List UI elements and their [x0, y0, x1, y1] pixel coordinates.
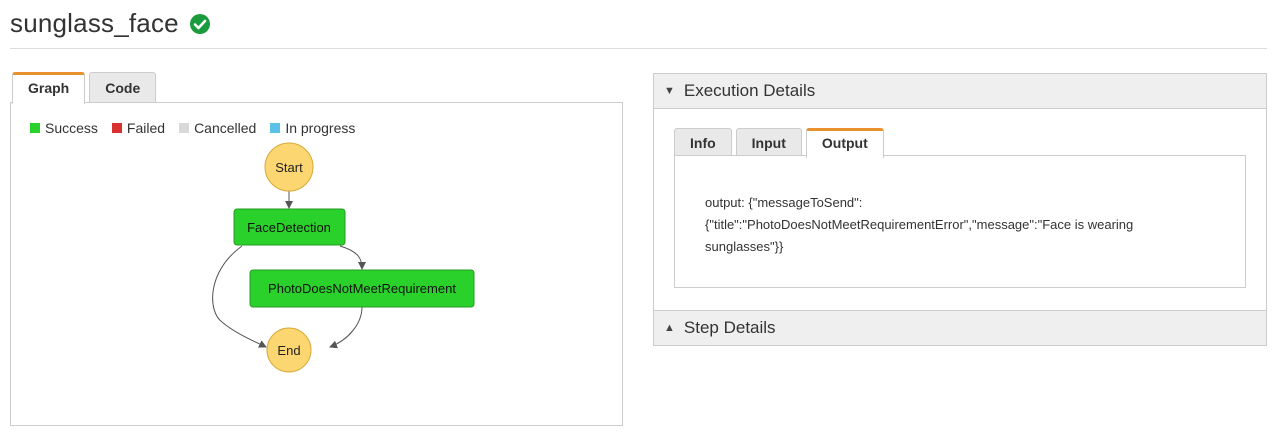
caret-up-icon: ▲: [664, 322, 675, 334]
check-circle-icon: [189, 13, 210, 34]
output-line: sunglasses"}}: [705, 239, 784, 254]
edge-photo-end: [329, 306, 363, 349]
node-start[interactable]: Start: [264, 142, 314, 192]
node-end[interactable]: End: [266, 327, 312, 373]
tab-output[interactable]: Output: [805, 128, 884, 158]
step-details-title: Step Details: [683, 318, 776, 337]
node-photodoesnotmeetrequirement[interactable]: PhotoDoesNotMeetRequirement: [249, 269, 475, 308]
node-photo-label: PhotoDoesNotMeetRequirement: [268, 281, 456, 296]
node-facedetection[interactable]: FaceDetection: [233, 208, 346, 246]
execution-tabs: Info Input Output: [674, 128, 888, 158]
output-line: {"title":"PhotoDoesNotMeetRequirementErr…: [705, 217, 1134, 232]
tab-code[interactable]: Code: [89, 72, 157, 104]
tab-info[interactable]: Info: [674, 128, 732, 158]
tab-input[interactable]: Input: [735, 128, 802, 158]
step-details-header[interactable]: ▲ Step Details: [654, 310, 1266, 345]
output-line: output: {"messageToSend":: [705, 195, 863, 210]
graph-tabs: Graph Code: [12, 72, 160, 104]
edge-facedetection-photo: [339, 245, 366, 270]
tab-graph[interactable]: Graph: [12, 72, 86, 104]
page-header: sunglass_face: [10, 8, 211, 39]
execution-details-header[interactable]: ▼ Execution Details: [654, 74, 1266, 109]
header-divider: [10, 48, 1267, 49]
output-box: output: {"messageToSend": {"title":"Phot…: [674, 155, 1246, 288]
node-end-label: End: [277, 343, 300, 358]
node-facedetection-label: FaceDetection: [247, 220, 331, 235]
node-start-label: Start: [275, 160, 303, 175]
execution-details-title: Execution Details: [683, 81, 816, 100]
page-title: sunglass_face: [10, 8, 179, 38]
state-machine-graph: Start FaceDetection PhotoDoesNotMeetRequ…: [212, 142, 475, 373]
caret-down-icon: ▼: [664, 85, 675, 97]
execution-details-panel: ▼ Execution Details Info Input Output ou…: [653, 73, 1267, 346]
output-text: output: {"messageToSend": {"title":"Phot…: [705, 192, 1205, 258]
